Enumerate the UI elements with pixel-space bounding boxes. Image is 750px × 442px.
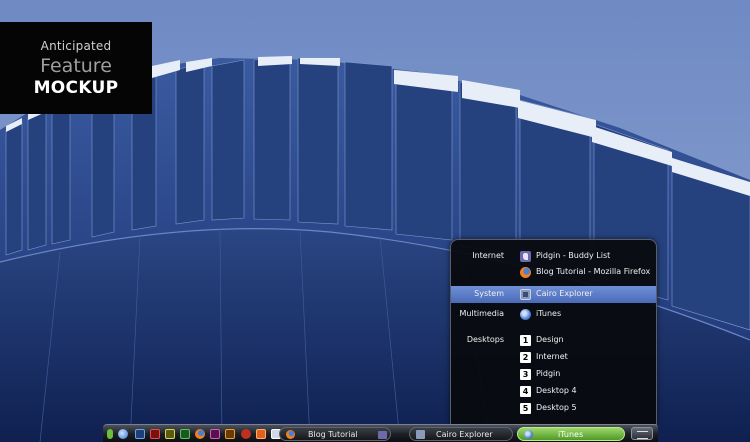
menu-item-desktop-4[interactable]: 4 Desktop 4 — [451, 383, 656, 400]
menu-item-label: Pidgin - Buddy List — [536, 251, 611, 260]
explorer-icon — [520, 289, 531, 300]
taskbar: Blog Tutorial Cairo Explorer iTunes — [103, 424, 658, 442]
menu-item-desktop-5[interactable]: 5 Desktop 5 — [451, 400, 656, 417]
illustrator-icon[interactable] — [225, 429, 235, 439]
firefox-icon — [520, 267, 531, 278]
desktop-4-icon: 4 — [520, 386, 531, 397]
menu-item-label: Desktop 5 — [536, 403, 577, 412]
badge-line-feature: Feature — [40, 55, 112, 77]
menu-item-label: iTunes — [536, 309, 562, 318]
task-blog-tutorial[interactable]: Blog Tutorial — [279, 427, 391, 441]
category-multimedia-label: Multimedia — [459, 309, 504, 318]
badge-line-anticipated: Anticipated — [40, 39, 112, 53]
menu-item-label: Pidgin — [536, 369, 561, 378]
task-cairo-explorer[interactable]: Cairo Explorer — [409, 427, 513, 441]
task-label: iTunes — [558, 430, 584, 439]
menu-item-label: Design — [536, 335, 564, 344]
menu-item-label: Blog Tutorial - Mozilla Firefox — [536, 267, 651, 276]
desktop-5-icon: 5 — [520, 403, 531, 414]
firefox-icon — [286, 430, 295, 439]
desktop-2-icon: 2 — [520, 352, 531, 363]
itunes-icon — [520, 309, 531, 320]
task-itunes[interactable]: iTunes — [517, 427, 625, 441]
leaf-icon[interactable] — [107, 429, 113, 439]
office-icon[interactable] — [256, 429, 266, 439]
category-system-label: System — [474, 289, 504, 298]
menu-toggle-button[interactable] — [631, 427, 653, 440]
desktop-1-icon: 1 — [520, 335, 531, 346]
fireworks-icon[interactable] — [165, 429, 175, 439]
menu-item-label: Internet — [536, 352, 568, 361]
mockup-badge: Anticipated Feature MOCKUP — [0, 22, 152, 114]
menu-item-cairo-explorer[interactable]: System Cairo Explorer — [451, 286, 656, 303]
badge-line-mockup: MOCKUP — [33, 78, 119, 98]
itunes-icon — [524, 430, 533, 439]
menu-item-pidgin[interactable]: Internet Pidgin - Buddy List — [451, 248, 656, 265]
pidgin-icon — [378, 431, 387, 439]
task-label: Cairo Explorer — [436, 430, 493, 439]
menu-item-label: Desktop 4 — [536, 386, 577, 395]
menu-item-desktop-2[interactable]: 2 Internet — [451, 349, 656, 366]
dreamweaver-icon[interactable] — [180, 429, 190, 439]
globe-icon[interactable] — [118, 429, 128, 439]
explorer-icon — [416, 430, 425, 439]
menu-item-desktop-1[interactable]: Desktops 1 Design — [451, 332, 656, 349]
task-menu-popup: Internet Pidgin - Buddy List Blog Tutori… — [450, 239, 657, 425]
desktop-3-icon: 3 — [520, 369, 531, 380]
flash-icon[interactable] — [150, 429, 160, 439]
firefox-icon[interactable] — [195, 429, 205, 439]
pidgin-icon — [520, 251, 531, 262]
indesign-icon[interactable] — [210, 429, 220, 439]
menu-item-firefox[interactable]: Blog Tutorial - Mozilla Firefox — [451, 264, 656, 281]
category-internet-label: Internet — [472, 251, 504, 260]
photoshop-icon[interactable] — [135, 429, 145, 439]
category-desktops-label: Desktops — [466, 335, 504, 344]
bug-icon[interactable] — [241, 429, 251, 439]
task-label: Blog Tutorial — [308, 430, 358, 439]
menu-item-itunes[interactable]: Multimedia iTunes — [451, 306, 656, 323]
menu-item-desktop-3[interactable]: 3 Pidgin — [451, 366, 656, 383]
menu-item-label: Cairo Explorer — [536, 289, 593, 298]
